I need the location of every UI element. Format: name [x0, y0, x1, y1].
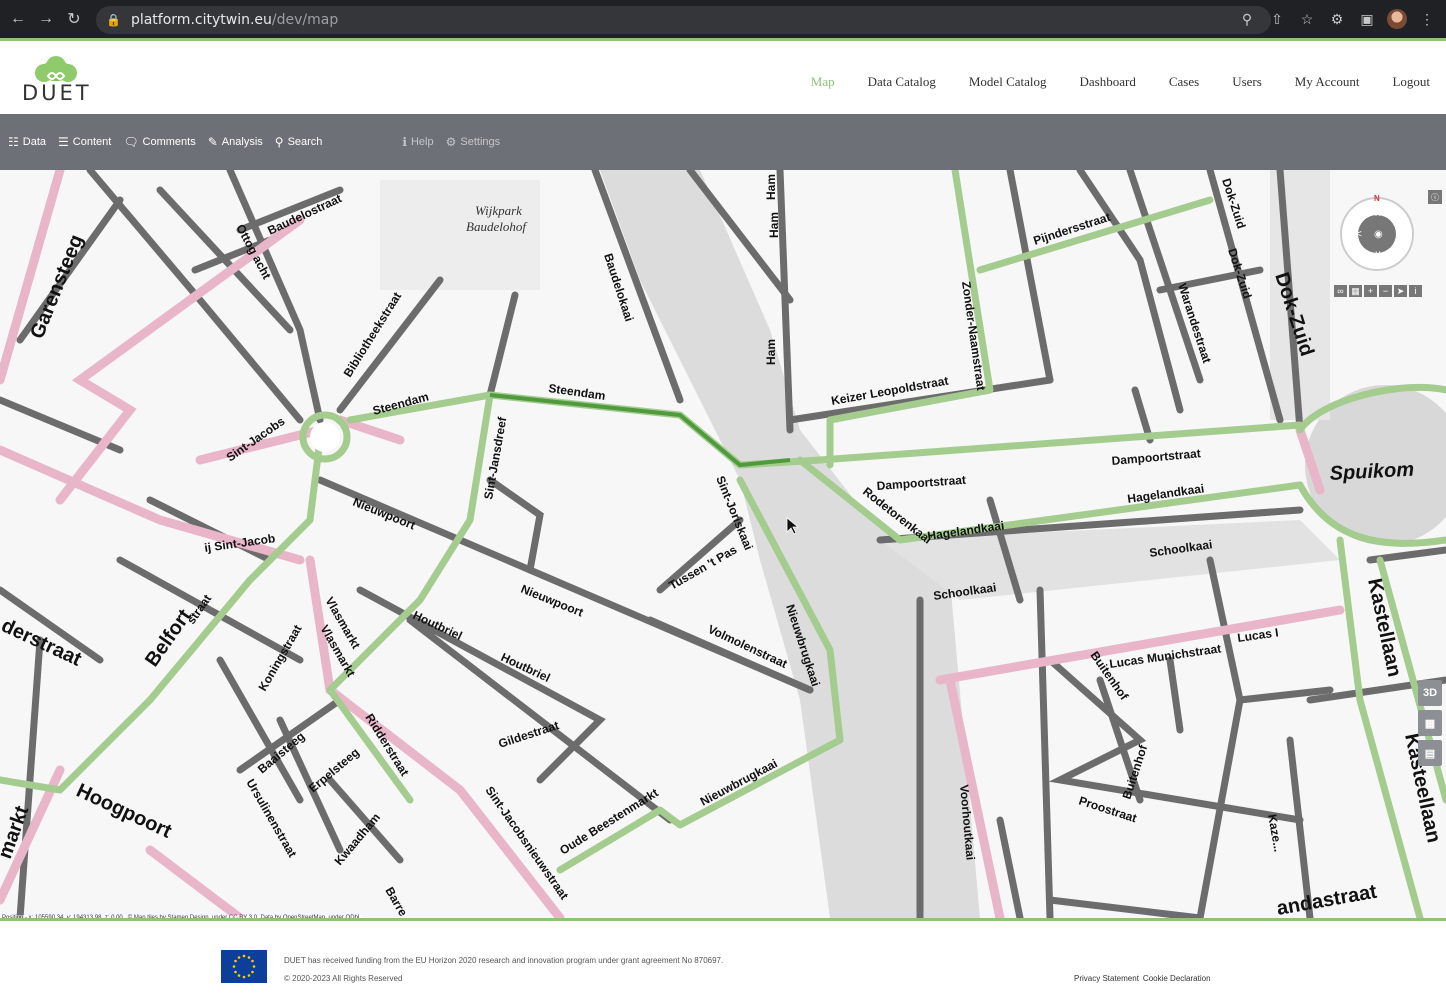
map-toolbar: ☷ Data ☰ Content 🗨 Comments ✎ Analysis ⚲ Sear… [0, 114, 1446, 170]
toolbar-settings-button[interactable]: ⚙ Settings [446, 135, 501, 149]
toolbar-search-button[interactable]: ⚲ Search [275, 135, 323, 149]
footer-links: Privacy Statement Cookie Declaration [1074, 974, 1211, 983]
nav-dashboard[interactable]: Dashboard [1080, 74, 1136, 90]
list-icon: ☰ [58, 135, 69, 149]
eu-flag-icon [221, 950, 267, 983]
map-label: Hoogpoort [73, 780, 175, 843]
map-label: Dampoortstraat [876, 473, 966, 493]
extensions-icon[interactable]: ⚙ [1324, 6, 1350, 32]
sidebar-icon[interactable]: ▣ [1354, 6, 1380, 32]
toolbar-content-button[interactable]: ☰ Content [58, 135, 111, 149]
map-label: Kwaadham [332, 810, 383, 868]
share-icon[interactable]: ⇧ [1264, 6, 1290, 32]
grid-icon[interactable]: ▦ [1349, 285, 1362, 297]
zoom-out-icon[interactable]: − [1379, 285, 1392, 297]
toolbar-help-button[interactable]: ℹ Help [402, 135, 433, 149]
privacy-link[interactable]: Privacy Statement [1074, 974, 1139, 983]
map-label: andastraat [1275, 881, 1379, 918]
cookie-link[interactable]: Cookie Declaration [1143, 974, 1211, 983]
grid-view-icon[interactable]: ▦ [1418, 710, 1442, 736]
url-path: /dev/map [271, 12, 339, 28]
map-label: Ham [764, 339, 778, 365]
nav-my-account[interactable]: My Account [1295, 74, 1360, 90]
reload-icon[interactable]: ↻ [60, 5, 88, 33]
toolbar-analysis-button[interactable]: ✎ Analysis [208, 135, 263, 149]
nav-map[interactable]: Map [811, 74, 835, 90]
pan-up-icon[interactable]: ˄ [1375, 209, 1381, 220]
brand-name: DUET [22, 81, 92, 105]
toolbar-data-button[interactable]: ☷ Data [8, 135, 46, 149]
nav-users[interactable]: Users [1232, 74, 1262, 90]
back-arrow-icon[interactable]: ← [4, 5, 32, 33]
info-icon: ℹ [402, 135, 407, 149]
toolbar-comments-button[interactable]: 🗨 Comments [123, 135, 195, 149]
zoom-in-icon[interactable]: + [1364, 285, 1377, 297]
map-side-controls: 3D ▦ ▤ [1418, 680, 1442, 766]
map-canvas[interactable]: Wijkpark Baudelohof Baudelostraat Ottog … [0, 170, 1446, 918]
pan-left-icon[interactable]: ˂ [1356, 229, 1362, 240]
toggle-3d-button[interactable]: 3D [1418, 680, 1442, 706]
zoom-icon[interactable]: ⚲ [1234, 6, 1260, 32]
map-compass[interactable]: N ˄ ˅ ˂ ˃ ◉ [1340, 194, 1414, 271]
map-label: Baudelohof [466, 219, 528, 234]
funding-statement: DUET has received funding from the EU Ho… [284, 956, 724, 965]
url-host: platform.citytwin.eu [130, 12, 272, 28]
binoculars-icon[interactable]: ∞ [1334, 285, 1347, 297]
map-info-icon[interactable]: ⓘ [1428, 190, 1442, 204]
map-zoom-controls: ∞ ▦ + − ➤ i [1334, 285, 1422, 297]
pencil-icon: ✎ [207, 135, 218, 149]
address-bar[interactable]: 🔒 platform.citytwin.eu/dev/map [96, 6, 1271, 34]
browser-actions: ⚲ ⇧ ☆ ⚙ ▣ ⋮ [1234, 0, 1446, 38]
nav-logout[interactable]: Logout [1392, 74, 1430, 90]
star-icon[interactable]: ☆ [1294, 6, 1320, 32]
pan-down-icon[interactable]: ˅ [1375, 249, 1381, 260]
eye-icon[interactable]: ◉ [1374, 229, 1383, 240]
nav-model-catalog[interactable]: Model Catalog [969, 74, 1047, 90]
gear-icon: ⚙ [445, 135, 457, 149]
map-label: Ham [767, 212, 781, 238]
map-label: Ham [764, 174, 778, 200]
main-nav: Map Data Catalog Model Catalog Dashboard… [778, 74, 1430, 90]
pan-right-icon[interactable]: ˃ [1396, 229, 1402, 240]
menu-kebab-icon[interactable]: ⋮ [1414, 6, 1440, 32]
database-icon: ☷ [8, 135, 19, 149]
profile-avatar[interactable] [1384, 6, 1410, 32]
map-label: Dampoortstraat [1111, 446, 1201, 468]
nav-data-catalog[interactable]: Data Catalog [868, 74, 936, 90]
search-icon: ⚲ [274, 135, 284, 149]
app-header: DUET Map Data Catalog Model Catalog Dash… [0, 38, 1446, 114]
info-small-icon[interactable]: i [1409, 285, 1422, 297]
lock-icon: 🔒 [106, 13, 121, 27]
comments-icon: 🗨 [123, 135, 139, 149]
nav-cases[interactable]: Cases [1169, 74, 1199, 90]
copyright: © 2020-2023 All Rights Reserved [284, 974, 403, 983]
page-footer: DUET has received funding from the EU Ho… [0, 918, 1446, 1002]
map-layers-icon[interactable]: ▤ [1418, 740, 1442, 766]
map-label: Barre [382, 885, 410, 919]
map-label: Spuikom [1329, 459, 1414, 485]
north-indicator: N [1374, 194, 1380, 203]
browser-chrome: ← → ↻ 🔒 platform.citytwin.eu/dev/map ⚲ ⇧… [0, 0, 1446, 38]
map-label: Gildestraat [497, 718, 561, 751]
locate-icon[interactable]: ➤ [1394, 285, 1407, 297]
map-label: Wijkpark [475, 203, 522, 218]
map-svg: Wijkpark Baudelohof Baudelostraat Ottog … [0, 170, 1446, 918]
forward-arrow-icon[interactable]: → [32, 5, 60, 33]
